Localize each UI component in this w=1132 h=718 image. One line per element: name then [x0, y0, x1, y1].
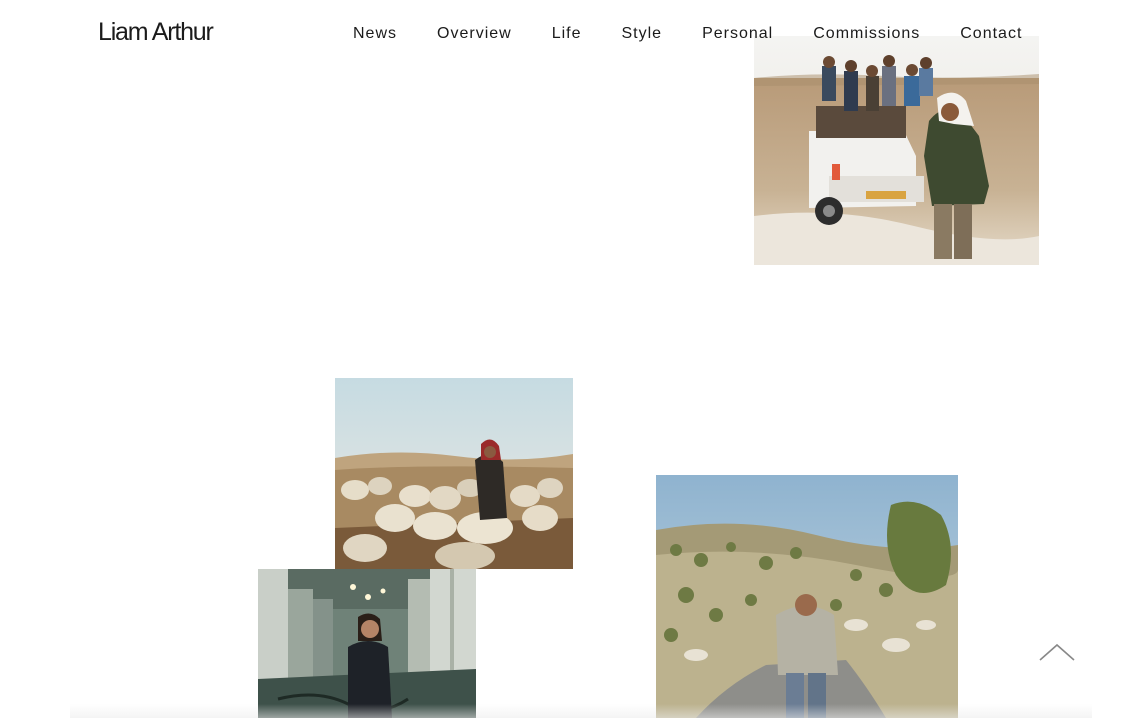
nav-item-commissions[interactable]: Commissions: [813, 25, 920, 43]
nav-item-contact[interactable]: Contact: [960, 25, 1022, 43]
nav-item-life[interactable]: Life: [552, 25, 582, 43]
nav-item-news[interactable]: News: [353, 25, 397, 43]
chevron-up-icon: [1039, 643, 1075, 661]
main-nav: News Overview Life Style Personal Commis…: [353, 25, 1022, 43]
nav-item-overview[interactable]: Overview: [437, 25, 512, 43]
photo-road-image: [656, 475, 958, 718]
photo-road[interactable]: [656, 475, 958, 718]
nav-item-personal[interactable]: Personal: [702, 25, 773, 43]
photo-winery-image: [258, 569, 476, 718]
nav-item-style[interactable]: Style: [622, 25, 663, 43]
photo-sheep-image: [335, 378, 573, 569]
photo-winery[interactable]: [258, 569, 476, 718]
back-to-top-button[interactable]: [1037, 640, 1077, 664]
photo-truck-image: [754, 36, 1039, 265]
site-title[interactable]: Liam Arthur: [98, 18, 214, 47]
photo-sheep[interactable]: [335, 378, 573, 569]
photo-truck[interactable]: [754, 36, 1039, 265]
